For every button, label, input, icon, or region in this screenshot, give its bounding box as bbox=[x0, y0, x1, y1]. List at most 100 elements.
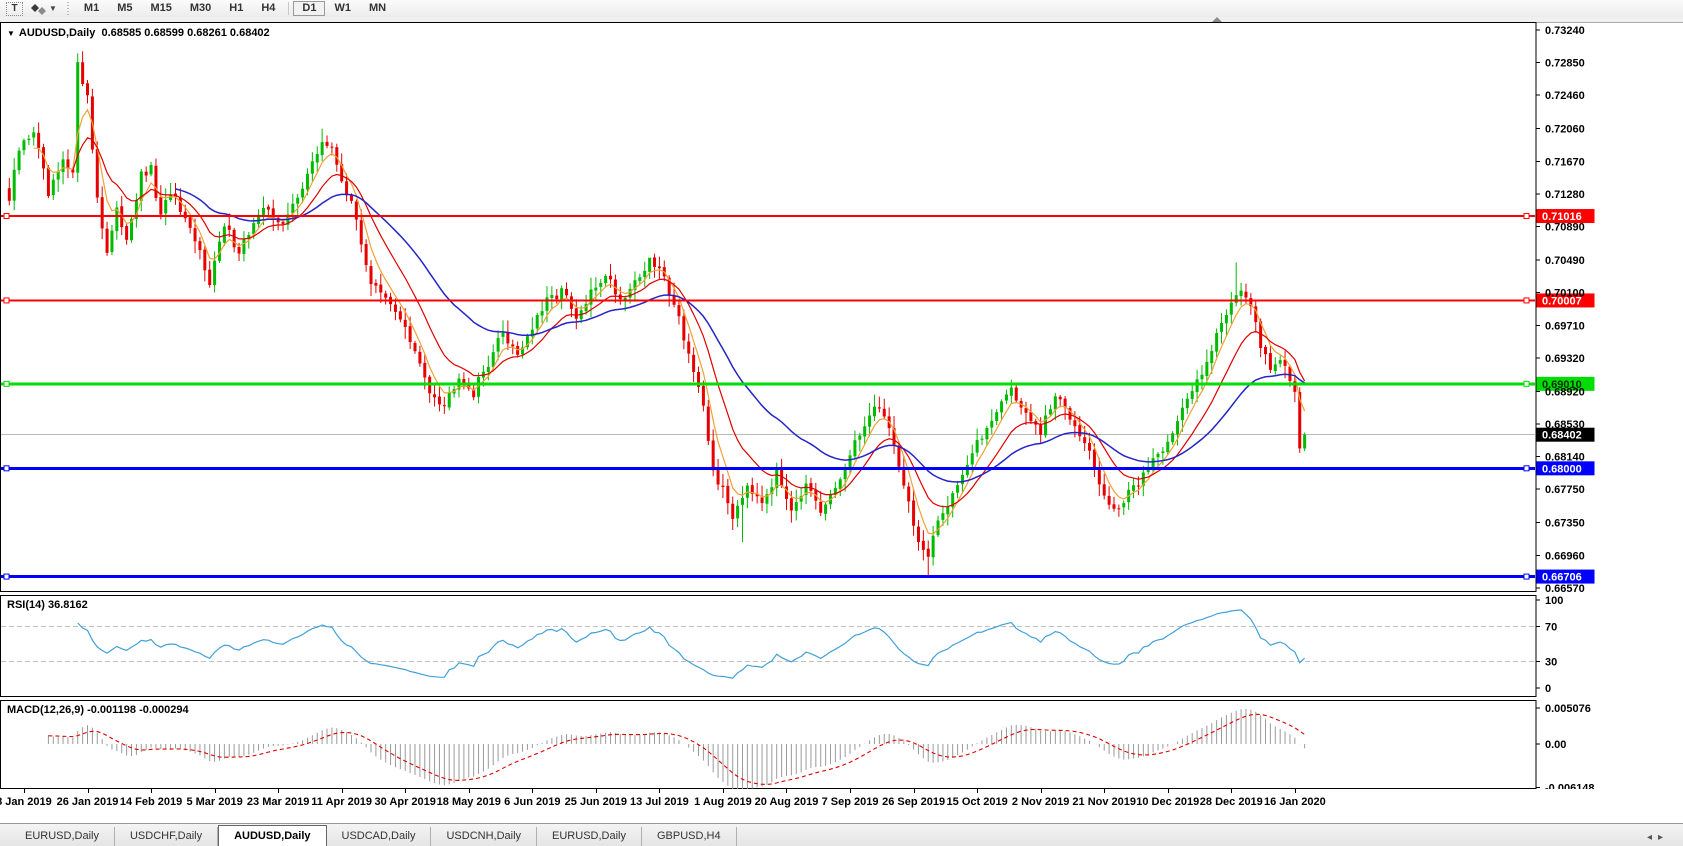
price-axis-label: 0.68920 bbox=[1545, 386, 1585, 398]
date-tick bbox=[215, 789, 216, 793]
date-tick bbox=[1104, 789, 1105, 793]
toolbar: T ▼ M1M5M15M30H1H4 D1W1MN bbox=[0, 0, 1683, 18]
macd-indicator-label: MACD(12,26,9) -0.001198 -0.000294 bbox=[7, 704, 189, 716]
rsi-axis-label: 70 bbox=[1545, 621, 1557, 633]
toolbar-grip[interactable] bbox=[67, 2, 69, 15]
price-axis-label: 0.71670 bbox=[1545, 156, 1585, 168]
current-price-tag: 0.68402 bbox=[1542, 430, 1582, 442]
date-axis-label: 26 Jan 2019 bbox=[57, 796, 119, 808]
macd-signal-value: -0.000294 bbox=[139, 704, 189, 716]
price-chart-canvas[interactable]: 0.710160.700070.690100.680000.667060.732… bbox=[0, 22, 1683, 592]
rsi-axis-label: 100 bbox=[1545, 595, 1563, 607]
date-tick bbox=[596, 789, 597, 793]
date-axis-label: 25 Jun 2019 bbox=[565, 796, 627, 808]
chart-symbol: AUDUSD,Daily bbox=[19, 27, 95, 39]
date-axis-label: 10 Dec 2019 bbox=[1136, 796, 1199, 808]
date-axis-label: 16 Jan 2020 bbox=[1264, 796, 1326, 808]
date-axis-label: 1 Aug 2019 bbox=[694, 796, 752, 808]
rsi-indicator-label: RSI(14) 36.8162 bbox=[7, 599, 88, 611]
dropdown-arrow-icon[interactable]: ▼ bbox=[7, 29, 15, 38]
price-axis-label: 0.72850 bbox=[1545, 58, 1585, 70]
date-tick bbox=[469, 789, 470, 793]
date-axis-label: 20 Aug 2019 bbox=[755, 796, 819, 808]
macd-axis-label: 0.00 bbox=[1545, 739, 1566, 751]
timeframe-button-MN[interactable]: MN bbox=[360, 1, 395, 16]
timeframe-button-M1[interactable]: M1 bbox=[75, 1, 108, 16]
date-tick bbox=[914, 789, 915, 793]
date-axis-label: 13 Jul 2019 bbox=[630, 796, 689, 808]
tab-EURUSD-Daily[interactable]: EURUSD,Daily bbox=[10, 827, 115, 846]
tab-scroll-left-icon[interactable]: ◂ bbox=[1647, 832, 1658, 843]
price-axis-label: 0.70890 bbox=[1545, 222, 1585, 234]
date-axis-label: 14 Feb 2019 bbox=[120, 796, 182, 808]
date-tick bbox=[659, 789, 660, 793]
tab-AUDUSD-Daily[interactable]: AUDUSD,Daily bbox=[218, 825, 326, 846]
timeframe-button-H1[interactable]: H1 bbox=[220, 1, 252, 16]
time-axis[interactable]: 8 Jan 2019 26 Jan 201914 Feb 2019 5 Mar 20… bbox=[0, 789, 1683, 823]
tab-USDCAD-Daily[interactable]: USDCAD,Daily bbox=[327, 827, 432, 846]
price-axis-label: 0.72460 bbox=[1545, 90, 1585, 102]
date-axis-label: 28 Dec 2019 bbox=[1200, 796, 1263, 808]
date-tick bbox=[151, 789, 152, 793]
tab-GBPUSD-H4[interactable]: GBPUSD,H4 bbox=[642, 827, 737, 846]
date-tick bbox=[1168, 789, 1169, 793]
tab-EURUSD-Daily[interactable]: EURUSD,Daily bbox=[537, 827, 642, 846]
chart-ohlc-values: 0.68585 0.68599 0.68261 0.68402 bbox=[101, 27, 269, 39]
timeframe-button-M15[interactable]: M15 bbox=[141, 1, 180, 16]
rsi-value: 36.8162 bbox=[48, 599, 88, 611]
timeframe-toolbar: M1M5M15M30H1H4 D1W1MN bbox=[75, 0, 395, 17]
macd-panel-canvas[interactable]: 0.0050760.00-0.006148 bbox=[0, 700, 1683, 789]
date-axis-label: 5 Mar 2019 bbox=[186, 796, 242, 808]
price-axis-label: 0.66960 bbox=[1545, 550, 1585, 562]
date-tick bbox=[723, 789, 724, 793]
price-axis-label: 0.68140 bbox=[1545, 452, 1585, 464]
date-tick bbox=[342, 789, 343, 793]
trading-terminal-window: T ▼ M1M5M15M30H1H4D1W1MN 0.710160.700070… bbox=[0, 0, 1683, 846]
date-axis-label: 7 Sep 2019 bbox=[822, 796, 879, 808]
rsi-panel-canvas[interactable]: 10070300 bbox=[0, 595, 1683, 697]
timeframe-button-M30[interactable]: M30 bbox=[181, 1, 220, 16]
date-tick bbox=[532, 789, 533, 793]
price-axis-label: 0.72060 bbox=[1545, 124, 1585, 136]
text-tool-button[interactable]: T bbox=[6, 2, 23, 16]
date-tick bbox=[1041, 789, 1042, 793]
date-tick bbox=[786, 789, 787, 793]
tab-scroll-right-icon[interactable]: ▸ bbox=[1658, 832, 1669, 843]
rsi-axis-label: 30 bbox=[1545, 657, 1557, 669]
toolbar-separator bbox=[288, 2, 289, 15]
price-axis-label: 0.70100 bbox=[1545, 288, 1585, 300]
date-tick bbox=[1231, 789, 1232, 793]
price-axis-label: 0.73240 bbox=[1545, 25, 1585, 37]
timeframe-button-D1[interactable]: D1 bbox=[293, 1, 325, 16]
timeframe-button-M5[interactable]: M5 bbox=[108, 1, 141, 16]
timeframe-button-W1[interactable]: W1 bbox=[325, 1, 360, 16]
macd-axis-label: 0.005076 bbox=[1545, 703, 1591, 715]
timeframe-button-H4[interactable]: H4 bbox=[252, 1, 284, 16]
tab-scroll-arrows: ◂▸ bbox=[1647, 832, 1669, 843]
price-axis-label: 0.71280 bbox=[1545, 189, 1585, 201]
date-axis-label: 30 Apr 2019 bbox=[375, 796, 436, 808]
tab-USDCNH-Daily[interactable]: USDCNH,Daily bbox=[431, 827, 537, 846]
price-axis-label: 0.67750 bbox=[1545, 484, 1585, 496]
date-axis-label: 26 Sep 2019 bbox=[882, 796, 945, 808]
date-axis-label: 11 Apr 2019 bbox=[311, 796, 372, 808]
diamond-arrows-icon bbox=[31, 2, 47, 16]
date-axis-label: 15 Oct 2019 bbox=[947, 796, 1008, 808]
indicator-style-button[interactable]: ▼ bbox=[31, 1, 57, 16]
hline-price-label: 0.68000 bbox=[1542, 463, 1582, 475]
date-axis-label: 23 Mar 2019 bbox=[247, 796, 309, 808]
macd-main-value: -0.001198 bbox=[87, 704, 136, 716]
hline-price-label: 0.66706 bbox=[1542, 572, 1582, 584]
tab-USDCHF-Daily[interactable]: USDCHF,Daily bbox=[115, 827, 218, 846]
price-axis-label: 0.66570 bbox=[1545, 583, 1585, 592]
date-tick bbox=[88, 789, 89, 793]
chart-tabs: EURUSD,DailyUSDCHF,DailyAUDUSD,DailyUSDC… bbox=[0, 827, 737, 846]
price-axis-label: 0.70490 bbox=[1545, 255, 1585, 267]
price-axis-label: 0.69320 bbox=[1545, 353, 1585, 365]
dropdown-caret-icon: ▼ bbox=[49, 4, 57, 13]
date-axis-label: 8 Jan 2019 bbox=[0, 796, 52, 808]
date-tick bbox=[977, 789, 978, 793]
date-tick bbox=[1295, 789, 1296, 793]
date-tick bbox=[278, 789, 279, 793]
date-axis-label: 2 Nov 2019 bbox=[1012, 796, 1069, 808]
